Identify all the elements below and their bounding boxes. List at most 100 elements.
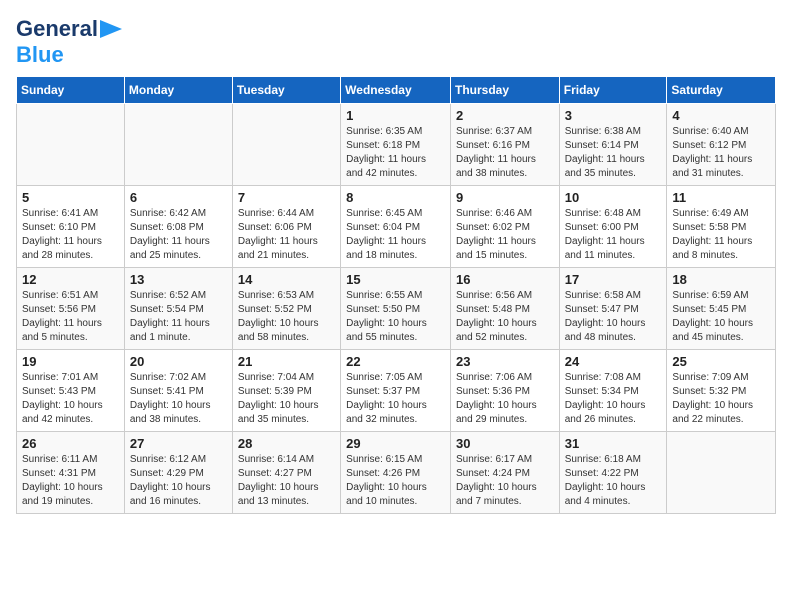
calendar-cell: 19 Sunrise: 7:01 AM Sunset: 5:43 PM Dayli… [17, 350, 125, 432]
day-info: Sunrise: 6:18 AM Sunset: 4:22 PM Dayligh… [565, 453, 662, 509]
calendar-cell: 5 Sunrise: 6:41 AM Sunset: 6:10 PM Daylig… [17, 186, 125, 268]
calendar-cell: 25 Sunrise: 7:09 AM Sunset: 5:32 PM Dayli… [667, 350, 776, 432]
day-number: 28 [238, 436, 335, 451]
calendar-cell: 17Sunrise: 6:58 AM Sunset: 5:47 PM Dayli… [559, 268, 667, 350]
logo-text-blue: Blue [16, 42, 64, 67]
calendar-cell: 16 Sunrise: 6:56 AM Sunset: 5:48 PM Dayli… [450, 268, 559, 350]
day-number: 1 [346, 108, 445, 123]
calendar-cell: 4 Sunrise: 6:40 AM Sunset: 6:12 PM Daylig… [667, 104, 776, 186]
calendar-cell: 7 Sunrise: 6:44 AM Sunset: 6:06 PM Daylig… [232, 186, 340, 268]
calendar-cell: 21 Sunrise: 7:04 AM Sunset: 5:39 PM Dayli… [232, 350, 340, 432]
day-info: Sunrise: 6:51 AM Sunset: 5:56 PM Dayligh… [22, 289, 119, 345]
day-info: Sunrise: 6:12 AM Sunset: 4:29 PM Dayligh… [130, 453, 227, 509]
day-number: 9 [456, 190, 554, 205]
day-info: Sunrise: 6:49 AM Sunset: 5:58 PM Dayligh… [672, 207, 770, 263]
day-header-tuesday: Tuesday [232, 77, 340, 104]
calendar-cell [17, 104, 125, 186]
day-header-monday: Monday [124, 77, 232, 104]
day-info: Sunrise: 6:44 AM Sunset: 6:06 PM Dayligh… [238, 207, 335, 263]
day-number: 10 [565, 190, 662, 205]
calendar-cell: 24Sunrise: 7:08 AM Sunset: 5:34 PM Dayli… [559, 350, 667, 432]
day-info: Sunrise: 6:45 AM Sunset: 6:04 PM Dayligh… [346, 207, 445, 263]
day-number: 23 [456, 354, 554, 369]
day-number: 29 [346, 436, 445, 451]
day-number: 15 [346, 272, 445, 287]
calendar-cell: 3 Sunrise: 6:38 AM Sunset: 6:14 PM Daylig… [559, 104, 667, 186]
day-info: Sunrise: 6:41 AM Sunset: 6:10 PM Dayligh… [22, 207, 119, 263]
day-number: 3 [565, 108, 662, 123]
day-header-thursday: Thursday [450, 77, 559, 104]
day-number: 31 [565, 436, 662, 451]
day-number: 4 [672, 108, 770, 123]
day-number: 27 [130, 436, 227, 451]
day-info: Sunrise: 7:05 AM Sunset: 5:37 PM Dayligh… [346, 371, 445, 427]
day-info: Sunrise: 7:02 AM Sunset: 5:41 PM Dayligh… [130, 371, 227, 427]
calendar-cell: 22 Sunrise: 7:05 AM Sunset: 5:37 PM Dayli… [341, 350, 451, 432]
calendar-table: SundayMondayTuesdayWednesdayThursdayFrid… [16, 76, 776, 514]
calendar-cell [232, 104, 340, 186]
calendar-header-row: SundayMondayTuesdayWednesdayThursdayFrid… [17, 77, 776, 104]
day-info: Sunrise: 7:09 AM Sunset: 5:32 PM Dayligh… [672, 371, 770, 427]
day-number: 8 [346, 190, 445, 205]
day-number: 13 [130, 272, 227, 287]
calendar-cell: 1 Sunrise: 6:35 AM Sunset: 6:18 PM Daylig… [341, 104, 451, 186]
calendar-cell: 26 Sunrise: 6:11 AM Sunset: 4:31 PM Dayli… [17, 432, 125, 514]
calendar-cell: 28 Sunrise: 6:14 AM Sunset: 4:27 PM Dayli… [232, 432, 340, 514]
day-number: 14 [238, 272, 335, 287]
day-info: Sunrise: 6:56 AM Sunset: 5:48 PM Dayligh… [456, 289, 554, 345]
day-header-wednesday: Wednesday [341, 77, 451, 104]
calendar-cell: 6 Sunrise: 6:42 AM Sunset: 6:08 PM Daylig… [124, 186, 232, 268]
calendar-cell: 18Sunrise: 6:59 AM Sunset: 5:45 PM Dayli… [667, 268, 776, 350]
calendar-cell: 12 Sunrise: 6:51 AM Sunset: 5:56 PM Dayli… [17, 268, 125, 350]
day-info: Sunrise: 6:38 AM Sunset: 6:14 PM Dayligh… [565, 125, 662, 181]
day-number: 20 [130, 354, 227, 369]
day-number: 21 [238, 354, 335, 369]
day-info: Sunrise: 6:15 AM Sunset: 4:26 PM Dayligh… [346, 453, 445, 509]
day-info: Sunrise: 6:17 AM Sunset: 4:24 PM Dayligh… [456, 453, 554, 509]
day-info: Sunrise: 7:01 AM Sunset: 5:43 PM Dayligh… [22, 371, 119, 427]
calendar-cell: 14 Sunrise: 6:53 AM Sunset: 5:52 PM Dayli… [232, 268, 340, 350]
calendar-cell: 13 Sunrise: 6:52 AM Sunset: 5:54 PM Dayli… [124, 268, 232, 350]
day-info: Sunrise: 7:04 AM Sunset: 5:39 PM Dayligh… [238, 371, 335, 427]
day-number: 25 [672, 354, 770, 369]
logo-arrow-icon [100, 20, 122, 38]
day-info: Sunrise: 6:53 AM Sunset: 5:52 PM Dayligh… [238, 289, 335, 345]
day-info: Sunrise: 6:35 AM Sunset: 6:18 PM Dayligh… [346, 125, 445, 181]
day-number: 6 [130, 190, 227, 205]
calendar-cell: 31 Sunrise: 6:18 AM Sunset: 4:22 PM Dayli… [559, 432, 667, 514]
calendar-cell: 10Sunrise: 6:48 AM Sunset: 6:00 PM Dayli… [559, 186, 667, 268]
day-number: 30 [456, 436, 554, 451]
calendar-cell: 20 Sunrise: 7:02 AM Sunset: 5:41 PM Dayli… [124, 350, 232, 432]
calendar-cell: 29 Sunrise: 6:15 AM Sunset: 4:26 PM Dayli… [341, 432, 451, 514]
calendar-cell: 30 Sunrise: 6:17 AM Sunset: 4:24 PM Dayli… [450, 432, 559, 514]
day-number: 24 [565, 354, 662, 369]
calendar-cell: 27 Sunrise: 6:12 AM Sunset: 4:29 PM Dayli… [124, 432, 232, 514]
calendar-cell: 11 Sunrise: 6:49 AM Sunset: 5:58 PM Dayli… [667, 186, 776, 268]
calendar-week-row: 19 Sunrise: 7:01 AM Sunset: 5:43 PM Dayli… [17, 350, 776, 432]
day-header-saturday: Saturday [667, 77, 776, 104]
calendar-cell: 9 Sunrise: 6:46 AM Sunset: 6:02 PM Daylig… [450, 186, 559, 268]
day-number: 18 [672, 272, 770, 287]
day-number: 22 [346, 354, 445, 369]
day-info: Sunrise: 6:46 AM Sunset: 6:02 PM Dayligh… [456, 207, 554, 263]
day-number: 16 [456, 272, 554, 287]
calendar-cell: 2 Sunrise: 6:37 AM Sunset: 6:16 PM Daylig… [450, 104, 559, 186]
calendar-week-row: 26 Sunrise: 6:11 AM Sunset: 4:31 PM Dayli… [17, 432, 776, 514]
calendar-week-row: 12 Sunrise: 6:51 AM Sunset: 5:56 PM Dayli… [17, 268, 776, 350]
calendar-week-row: 1 Sunrise: 6:35 AM Sunset: 6:18 PM Daylig… [17, 104, 776, 186]
day-info: Sunrise: 6:11 AM Sunset: 4:31 PM Dayligh… [22, 453, 119, 509]
logo-text-general: General [16, 16, 98, 42]
day-info: Sunrise: 6:40 AM Sunset: 6:12 PM Dayligh… [672, 125, 770, 181]
day-info: Sunrise: 6:42 AM Sunset: 6:08 PM Dayligh… [130, 207, 227, 263]
calendar-cell: 23Sunrise: 7:06 AM Sunset: 5:36 PM Dayli… [450, 350, 559, 432]
day-number: 26 [22, 436, 119, 451]
day-number: 2 [456, 108, 554, 123]
day-number: 12 [22, 272, 119, 287]
day-info: Sunrise: 6:52 AM Sunset: 5:54 PM Dayligh… [130, 289, 227, 345]
day-number: 7 [238, 190, 335, 205]
day-info: Sunrise: 6:37 AM Sunset: 6:16 PM Dayligh… [456, 125, 554, 181]
day-number: 11 [672, 190, 770, 205]
day-info: Sunrise: 6:14 AM Sunset: 4:27 PM Dayligh… [238, 453, 335, 509]
day-number: 5 [22, 190, 119, 205]
day-number: 19 [22, 354, 119, 369]
